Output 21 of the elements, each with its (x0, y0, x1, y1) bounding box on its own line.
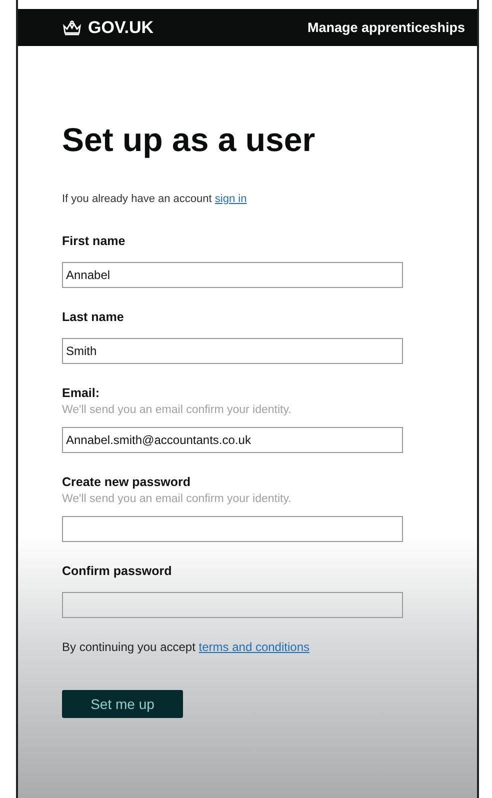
field-label: Create new password (62, 475, 191, 489)
field-label: First name (62, 234, 126, 248)
gov-logo-text[interactable]: GOV.UK (88, 18, 154, 38)
terms-text: By continuing you accept terms and conditions (62, 640, 310, 654)
submit-button[interactable]: Set me up (62, 690, 183, 718)
input-field[interactable]: Smith (62, 338, 403, 364)
intro-text: If you already have an account sign in (62, 193, 247, 205)
terms-link[interactable]: terms and conditions (198, 640, 310, 654)
service-name[interactable]: Manage apprenticeships (307, 20, 465, 35)
input-field[interactable] (62, 516, 403, 542)
crown-icon (62, 20, 82, 36)
hint-text: We'll send you an email confirm your identity. (62, 404, 292, 416)
input-field[interactable] (62, 592, 403, 618)
input-field[interactable]: Annabel (62, 262, 403, 288)
field-label: Email: (62, 386, 100, 400)
hint-text: We'll send you an email confirm your identity. (62, 493, 292, 505)
field-label: Confirm password (62, 564, 172, 578)
input-field[interactable]: Annabel.smith@accountants.co.uk (62, 427, 403, 453)
page-title: Set up as a user (62, 121, 316, 159)
field-label: Last name (62, 310, 124, 324)
sign-in-link[interactable]: sign in (214, 193, 247, 205)
